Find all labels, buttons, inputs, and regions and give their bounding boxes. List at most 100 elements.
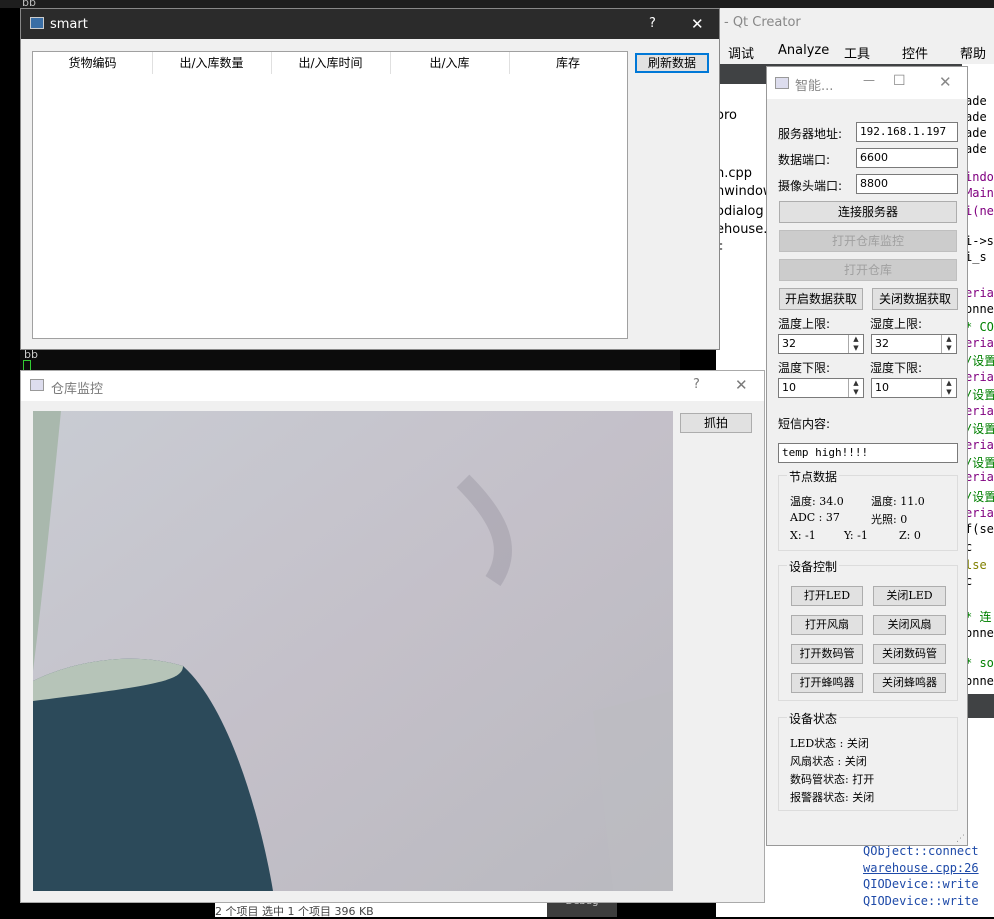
column-header[interactable]: 货物编码 [33,52,153,74]
data-port-label: 数据端口: [778,153,831,167]
menu-help[interactable]: 帮助 [960,43,986,62]
app-icon [30,17,44,29]
code-line: eria [965,404,994,418]
resize-grip-icon[interactable]: ⋰ [956,834,965,844]
temp-lower-spinbox[interactable]: 10 ▲ ▼ [778,378,864,398]
code-line: ade [965,94,987,108]
code-line: eria [965,336,994,350]
seg-display-on-button[interactable]: 打开数码管 [791,644,863,664]
camera-port-label: 摄像头端口: [778,179,843,193]
node-x: X: -1 [790,529,816,542]
server-input[interactable]: 192.168.1.197 [856,122,958,142]
humid-upper-spinbox[interactable]: 32 ▲ ▼ [871,334,957,354]
code-line: /设置 [965,456,994,470]
node-light: 光照: 0 [871,513,908,526]
menu-controls[interactable]: 控件 [902,43,928,62]
node-humid: 温度: 11.0 [871,495,925,508]
spin-value: 32 [875,337,889,350]
tree-item[interactable]: odialog [716,204,764,219]
menu-analyze[interactable]: Analyze [778,43,829,58]
sms-label: 短信内容: [778,417,831,431]
group-title: 设备状态 [787,710,840,727]
app-icon [775,77,789,89]
spin-arrows-icon[interactable]: ▲ ▼ [848,379,863,397]
close-icon[interactable]: ✕ [691,15,704,33]
code-line: eria [965,286,994,300]
device-status-group: 设备状态 LED状态 : 关闭 风扇状态 : 关闭 数码管状态: 打开 报警器状… [778,710,958,811]
column-header[interactable]: 出/入库数量 [152,52,272,74]
code-line: i(ne [965,204,994,218]
fan-on-button[interactable]: 打开风扇 [791,615,863,635]
menu-tools[interactable]: 工具 [844,43,870,62]
terminal-strip: bb [0,0,994,9]
open-warehouse-button[interactable]: 打开仓库 [779,259,957,281]
help-button[interactable]: ? [693,377,700,392]
alarm-status: 报警器状态: 关闭 [790,791,875,804]
code-line: /设置 [965,354,994,368]
temp-upper-spinbox[interactable]: 32 ▲ ▼ [778,334,864,354]
code-line: /设置 [965,422,994,436]
spin-arrows-icon[interactable]: ▲ ▼ [848,335,863,353]
window-title: 仓库监控 [51,382,104,397]
camera-feed [33,411,673,891]
tree-item[interactable]: n.cpp [716,166,752,181]
menu-debug[interactable]: 调试 [728,43,754,62]
control-dialog: 智能... — ☐ ✕ 服务器地址: 192.168.1.197 数据端口: 6… [766,66,968,846]
code-line: onne [965,674,994,688]
close-icon[interactable]: ✕ [735,376,748,394]
monitor-titlebar: 仓库监控 ? ✕ [21,371,764,401]
minimize-icon[interactable]: — [863,73,875,87]
seg-display-status: 数码管状态: 打开 [790,773,875,786]
smart-titlebar: smart ? ✕ [21,9,719,39]
code-line: eria [965,506,994,520]
humid-lower-spinbox[interactable]: 10 ▲ ▼ [871,378,957,398]
connect-server-button[interactable]: 连接服务器 [779,201,957,223]
monitor-window: 仓库监控 ? ✕ 抓拍 [20,370,765,903]
column-header[interactable]: 出/入库 [390,52,510,74]
maximize-icon[interactable]: ☐ [893,73,906,89]
close-icon[interactable]: ✕ [939,73,952,91]
spin-arrows-icon[interactable]: ▲ ▼ [941,379,956,397]
camera-port-input[interactable]: 8800 [856,174,958,194]
led-off-button[interactable]: 关闭LED [873,586,946,606]
open-monitor-button[interactable]: 打开仓库监控 [779,230,957,252]
fan-status: 风扇状态 : 关闭 [790,755,867,768]
server-label: 服务器地址: [778,127,843,141]
code-line: /设置 [965,490,994,504]
spin-value: 10 [782,381,796,394]
help-button[interactable]: ? [649,16,656,31]
group-title: 节点数据 [787,468,840,485]
code-line: * 连 [965,610,992,624]
output-line: QIODevice::write [863,893,979,908]
buzzer-on-button[interactable]: 打开蜂鸣器 [791,673,863,693]
data-port-input[interactable]: 6600 [856,148,958,168]
node-y: Y: -1 [844,529,868,542]
temp-lower-label: 温度下限: [778,361,831,375]
column-header[interactable]: 出/入库时间 [271,52,391,74]
terminal-strip: bb [20,348,680,371]
start-fetch-button[interactable]: 开启数据获取 [779,288,863,310]
seg-display-off-button[interactable]: 关闭数码管 [873,644,946,664]
column-header[interactable]: 库存 [509,52,627,74]
stop-fetch-button[interactable]: 关闭数据获取 [872,288,958,310]
code-line: eria [965,370,994,384]
spin-value: 32 [782,337,796,350]
led-on-button[interactable]: 打开LED [791,586,863,606]
led-status: LED状态 : 关闭 [790,737,869,750]
group-title: 设备控制 [787,558,840,575]
humid-upper-label: 湿度上限: [870,317,923,331]
inventory-table[interactable]: 货物编码 出/入库数量 出/入库时间 出/入库 库存 [32,51,628,339]
capture-button[interactable]: 抓拍 [680,413,752,433]
refresh-button[interactable]: 刷新数据 [635,53,709,73]
tree-item[interactable]: nwindow [716,184,774,199]
buzzer-off-button[interactable]: 关闭蜂鸣器 [873,673,946,693]
fan-off-button[interactable]: 关闭风扇 [873,615,946,635]
smart-window: smart ? ✕ 货物编码 出/入库数量 出/入库时间 出/入库 库存 刷新数… [20,8,720,350]
device-control-group: 设备控制 打开LED 关闭LED 打开风扇 关闭风扇 打开数码管 关闭数码管 打… [778,558,958,701]
code-line: * so [965,656,994,670]
spin-arrows-icon[interactable]: ▲ ▼ [941,335,956,353]
sms-input[interactable]: temp high!!!! [778,443,958,463]
qt-creator-menubar: 调试 Analyze 工具 控件 帮助 [716,38,994,64]
code-line: Main [965,186,994,200]
code-line: ade [965,142,987,156]
